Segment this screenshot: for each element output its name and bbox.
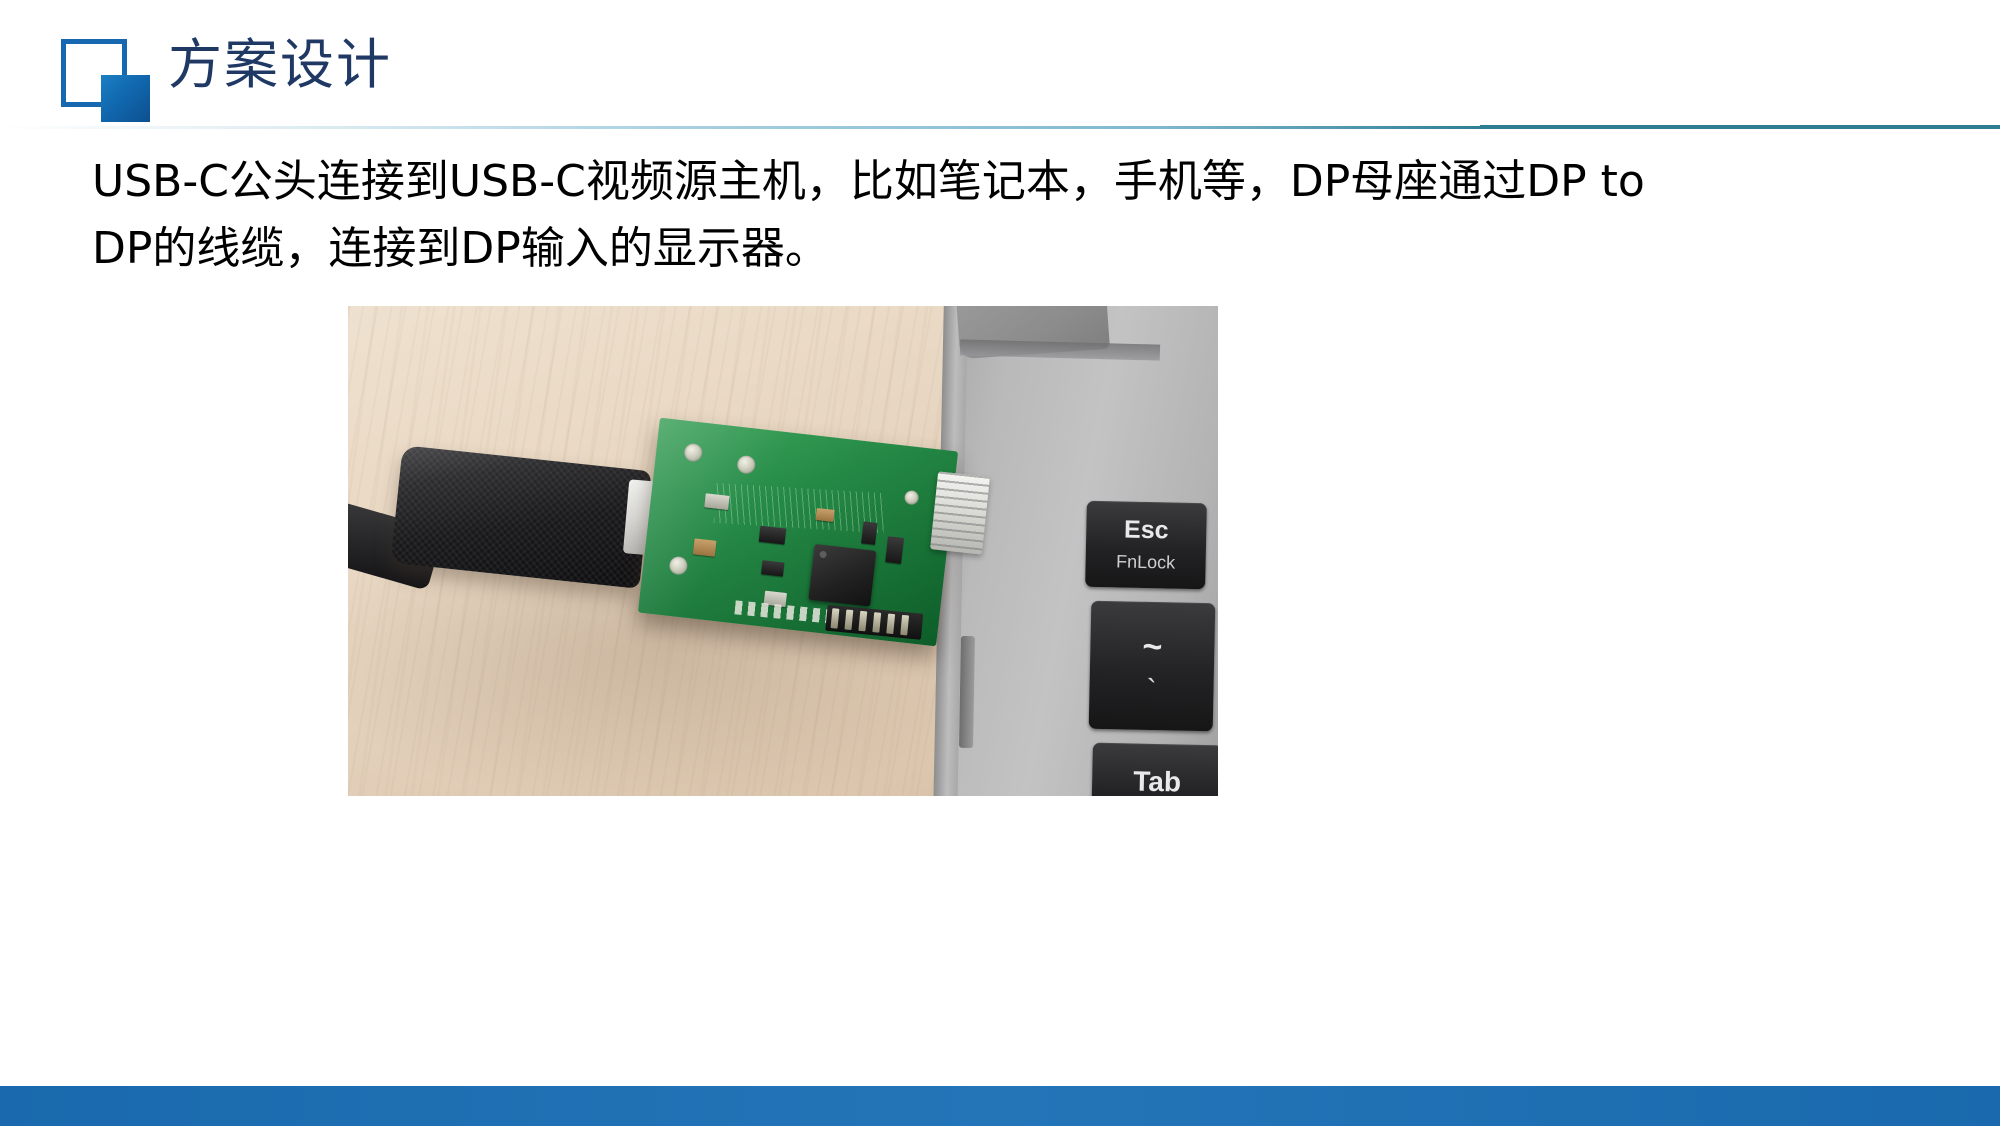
laptop-usb-c-port (959, 635, 975, 749)
usb-c-plug (930, 471, 990, 555)
pcb-component (885, 536, 904, 564)
keyboard-key-tilde: ~ ` (1088, 600, 1216, 732)
header-pin (900, 614, 910, 636)
page-title: 方案设计 (168, 33, 392, 96)
slide-photo: Esc FnLock ~ ` Tab (348, 306, 1218, 796)
header-divider-accent (1480, 125, 2000, 129)
header-pin (844, 609, 854, 631)
key-tab-label: Tab (1132, 765, 1182, 796)
header-pin (886, 613, 896, 635)
adapter-pcb (637, 417, 959, 647)
overlapping-squares-logo-icon (47, 33, 157, 128)
logo-filled-square (101, 75, 150, 122)
pcb-component (692, 538, 717, 557)
body-text: USB-C公头连接到USB-C视频源主机，比如笔记本，手机等，DP母座通过DP … (92, 148, 1892, 282)
key-esc-label: Esc (1123, 515, 1169, 545)
pcb-component (758, 525, 787, 545)
photo-content: Esc FnLock ~ ` Tab (348, 306, 1218, 796)
key-tilde-sublabel: ` (1146, 673, 1157, 708)
body-text-line-1: USB-C公头连接到USB-C视频源主机，比如笔记本，手机等，DP母座通过DP … (92, 156, 1645, 207)
key-tilde-label: ~ (1142, 627, 1163, 667)
pcb-component (861, 521, 878, 545)
chip-pin1-marker (819, 550, 827, 559)
keyboard-key-esc: Esc FnLock (1085, 500, 1207, 590)
pcb-component (815, 507, 835, 522)
header-pin (830, 608, 840, 629)
pcb-component (704, 493, 730, 510)
pcb-component (760, 560, 785, 577)
slide-footer-bar (0, 1086, 2000, 1126)
header-pin (858, 610, 868, 632)
slide-header: 方案设计 (0, 0, 2000, 130)
body-text-line-2: DP的线缆，连接到DP输入的显示器。 (92, 223, 829, 274)
footer-bar-fill (0, 1086, 2000, 1126)
keyboard-key-tab: Tab (1091, 742, 1218, 796)
usb-c-plug-ribs (930, 471, 990, 555)
pcb-main-chip (808, 543, 877, 607)
key-esc-sublabel: FnLock (1115, 551, 1176, 573)
header-pin (872, 612, 882, 633)
